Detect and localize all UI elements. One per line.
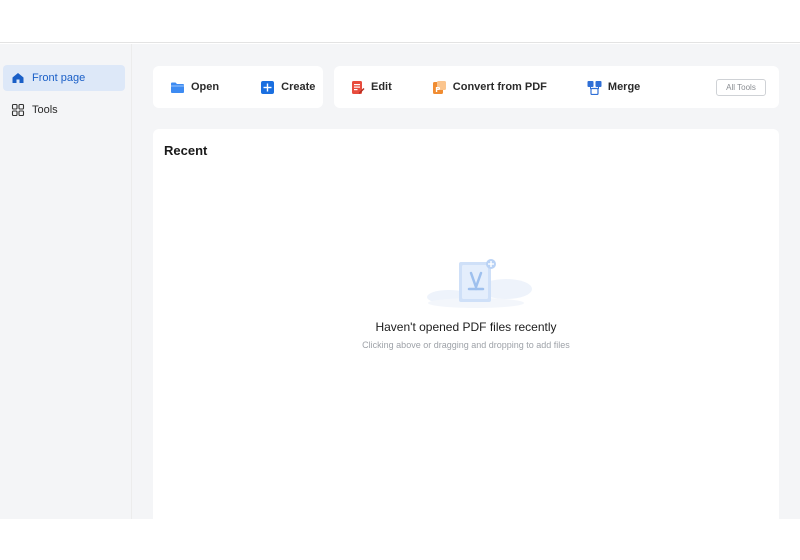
create-label: Create <box>281 81 316 93</box>
home-icon <box>11 71 25 85</box>
open-label: Open <box>191 81 220 93</box>
app-body: Front page Tools Open Create Edit P Conv… <box>0 44 800 519</box>
merge-label: Merge <box>607 81 641 93</box>
sidebar-item-label: Front page <box>32 72 86 84</box>
main-content: Open Create Edit P Convert from PDF Merg… <box>132 44 800 519</box>
recent-title: Recent <box>164 143 208 158</box>
recent-panel: Recent Haven't opened PDF files recently… <box>153 129 779 519</box>
sidebar-item-tools[interactable]: Tools <box>3 97 125 123</box>
folder-icon <box>170 80 185 95</box>
sidebar: Front page Tools <box>0 44 132 519</box>
secondary-toolbar: Edit P Convert from PDF Merge All Tools <box>334 66 779 108</box>
grid-icon <box>11 103 25 117</box>
sidebar-item-front-page[interactable]: Front page <box>3 65 125 91</box>
open-button[interactable]: Open <box>170 80 219 95</box>
sidebar-item-label: Tools <box>32 104 58 116</box>
create-button[interactable]: Create <box>260 80 315 95</box>
svg-text:P: P <box>435 86 440 94</box>
convert-from-pdf-label: Convert from PDF <box>452 81 547 93</box>
convert-from-pdf-button[interactable]: P Convert from PDF <box>432 80 547 95</box>
pdf-file-icon <box>411 259 541 309</box>
convert-icon: P <box>432 80 447 95</box>
edit-label: Edit <box>371 81 392 93</box>
primary-toolbar: Open Create <box>153 66 323 108</box>
title-bar <box>0 0 800 43</box>
edit-button[interactable]: Edit <box>350 80 392 95</box>
merge-button[interactable]: Merge <box>587 80 640 95</box>
bottom-bar <box>0 519 800 560</box>
all-tools-button[interactable]: All Tools <box>716 79 766 96</box>
empty-state-title: Haven't opened PDF files recently <box>375 320 557 334</box>
merge-icon <box>587 80 602 95</box>
empty-state-subtitle: Clicking above or dragging and dropping … <box>362 340 570 350</box>
edit-icon <box>350 80 365 95</box>
plus-icon <box>260 80 275 95</box>
